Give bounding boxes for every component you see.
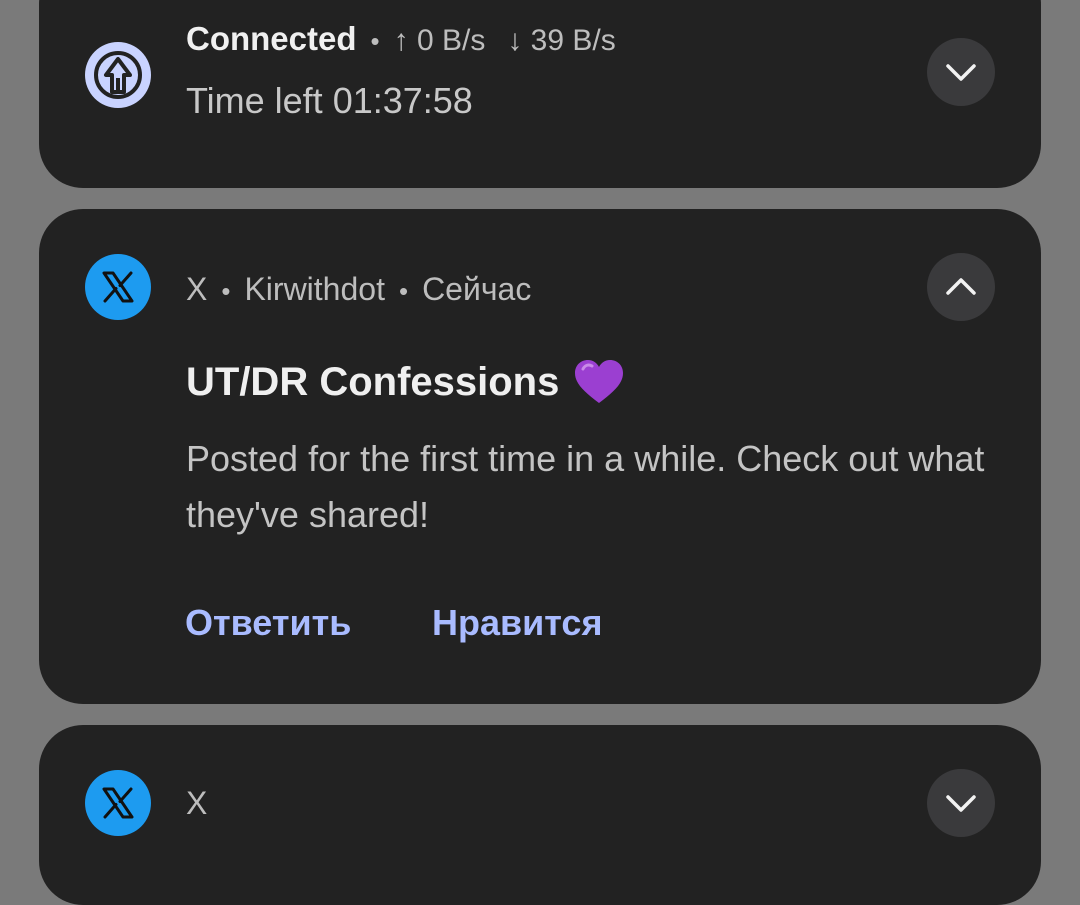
vpn-download-rate: ↓ 39 B/s [507,24,616,57]
x-notification-card-2[interactable]: X [39,725,1041,905]
vpn-time-left: Time left 01:37:58 [186,80,473,121]
x-notification-card[interactable]: X • Kirwithdot • Сейчас UT/DR Confession… [39,209,1041,704]
x-notification-title: UT/DR Confessions [186,359,625,405]
x-notification-header: X • Kirwithdot • Сейчас [186,271,531,308]
vpn-header: Connected • ↑ 0 B/s ↓ 39 B/s [186,20,616,58]
x-logo-icon [102,787,134,819]
vpn-shield-arrow-icon [94,51,142,99]
vpn-app-icon [85,42,151,108]
vpn-notification-card[interactable]: Connected • ↑ 0 B/s ↓ 39 B/s Time left 0… [39,0,1041,188]
vpn-upload-rate: ↑ 0 B/s [393,24,486,57]
chevron-down-icon [946,64,976,81]
reply-button[interactable]: Ответить [185,602,351,644]
separator-dot: • [221,276,231,306]
like-button[interactable]: Нравится [432,602,602,644]
vpn-status: Connected [186,20,357,57]
x-logo-icon [102,271,134,303]
x-collapse-button[interactable] [927,253,995,321]
chevron-up-icon [946,278,976,295]
purple-heart-icon [573,359,625,405]
x-account-name: Kirwithdot [244,271,385,307]
x-2-expand-button[interactable] [927,769,995,837]
x-notification-2-header: X [186,785,207,822]
x-app-name: X [186,271,208,307]
x-app-icon [85,770,151,836]
chevron-down-icon [946,795,976,812]
x-notification-body: Posted for the first time in a while. Ch… [186,438,985,535]
x-notification-time: Сейчас [422,271,532,307]
separator-dot: • [370,26,380,56]
x-notification-title-text: UT/DR Confessions [186,359,560,404]
x-app-icon [85,254,151,320]
vpn-expand-button[interactable] [927,38,995,106]
x-app-name: X [186,785,208,821]
separator-dot: • [398,276,409,306]
